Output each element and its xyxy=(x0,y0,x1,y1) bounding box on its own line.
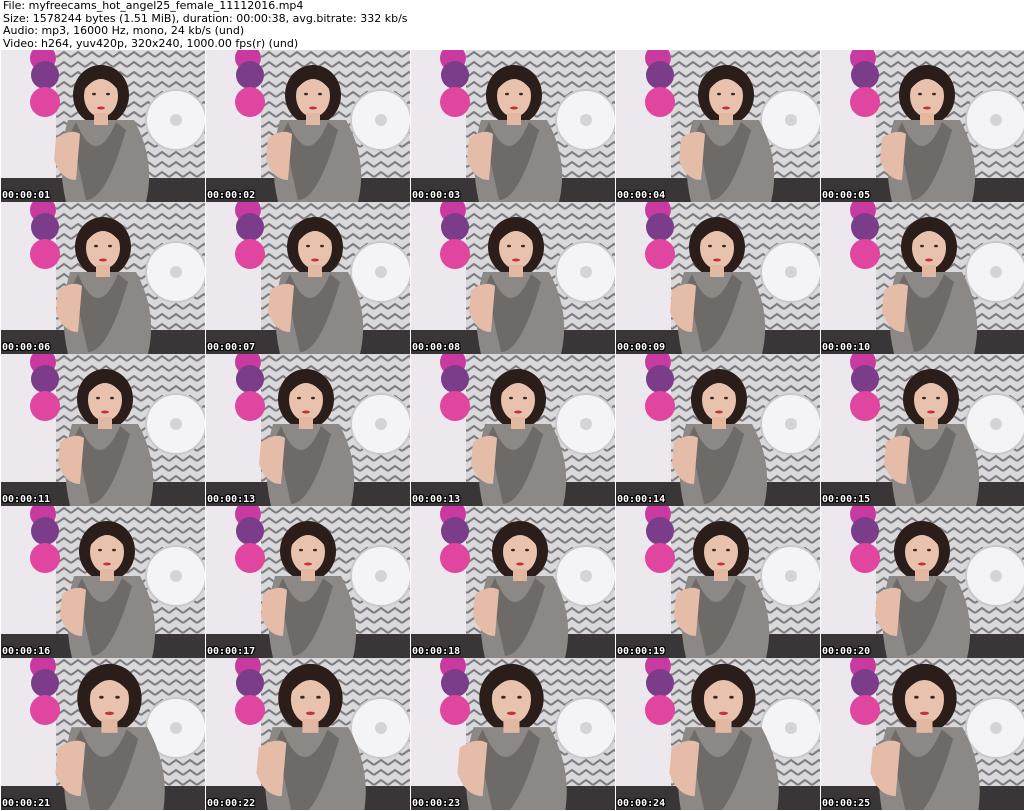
frame-image xyxy=(411,658,615,810)
video-frame-thumbnail[interactable]: 00:00:01 xyxy=(1,50,205,202)
frame-image xyxy=(206,506,410,658)
video-info-line: Video: h264, yuv420p, 320x240, 1000.00 f… xyxy=(3,36,299,50)
video-frame-thumbnail[interactable]: 00:00:19 xyxy=(616,506,820,658)
frame-image xyxy=(1,506,205,658)
video-frame-thumbnail[interactable]: 00:00:13 xyxy=(411,354,615,506)
video-frame-thumbnail[interactable]: 00:00:17 xyxy=(206,506,410,658)
frame-timestamp: 00:00:19 xyxy=(617,646,666,657)
frame-image xyxy=(616,658,820,810)
frame-timestamp: 00:00:08 xyxy=(412,342,461,353)
frame-image xyxy=(616,202,820,354)
video-frame-thumbnail[interactable]: 00:00:15 xyxy=(821,354,1024,506)
frame-timestamp: 00:00:07 xyxy=(207,342,256,353)
video-frame-thumbnail[interactable]: 00:00:02 xyxy=(206,50,410,202)
frame-timestamp: 00:00:11 xyxy=(2,494,51,505)
frame-image xyxy=(616,506,820,658)
frame-timestamp: 00:00:06 xyxy=(2,342,51,353)
frame-timestamp: 00:00:09 xyxy=(617,342,666,353)
video-frame-thumbnail[interactable]: 00:00:09 xyxy=(616,202,820,354)
frame-timestamp: 00:00:13 xyxy=(412,494,461,505)
video-frame-thumbnail[interactable]: 00:00:10 xyxy=(821,202,1024,354)
video-frame-thumbnail[interactable]: 00:00:25 xyxy=(821,658,1024,810)
frame-image xyxy=(411,506,615,658)
frame-image xyxy=(821,658,1024,810)
frame-timestamp: 00:00:02 xyxy=(207,190,256,201)
frame-timestamp: 00:00:14 xyxy=(617,494,666,505)
video-frame-thumbnail[interactable]: 00:00:24 xyxy=(616,658,820,810)
frame-timestamp: 00:00:10 xyxy=(822,342,871,353)
frame-image xyxy=(411,50,615,202)
video-frame-thumbnail[interactable]: 00:00:03 xyxy=(411,50,615,202)
thumbnail-grid: 00:00:01 00:00:02 00:00:03 00:00:04 00:0… xyxy=(0,50,1024,811)
frame-timestamp: 00:00:16 xyxy=(2,646,51,657)
video-frame-thumbnail[interactable]: 00:00:06 xyxy=(1,202,205,354)
frame-image xyxy=(206,202,410,354)
frame-image xyxy=(206,354,410,506)
frame-timestamp: 00:00:23 xyxy=(412,798,461,809)
video-frame-thumbnail[interactable]: 00:00:11 xyxy=(1,354,205,506)
frame-image xyxy=(821,50,1024,202)
frame-image xyxy=(616,50,820,202)
frame-image xyxy=(411,354,615,506)
frame-timestamp: 00:00:01 xyxy=(2,190,51,201)
frame-image xyxy=(1,354,205,506)
frame-image xyxy=(1,202,205,354)
video-frame-thumbnail[interactable]: 00:00:23 xyxy=(411,658,615,810)
frame-timestamp: 00:00:18 xyxy=(412,646,461,657)
file-name-line: File: myfreecams_hot_angel25_female_1111… xyxy=(3,0,304,12)
video-frame-thumbnail[interactable]: 00:00:08 xyxy=(411,202,615,354)
frame-timestamp: 00:00:17 xyxy=(207,646,256,657)
frame-timestamp: 00:00:05 xyxy=(822,190,871,201)
frame-timestamp: 00:00:04 xyxy=(617,190,666,201)
audio-info-line: Audio: mp3, 16000 Hz, mono, 24 kb/s (und… xyxy=(3,24,245,37)
video-frame-thumbnail[interactable]: 00:00:18 xyxy=(411,506,615,658)
video-frame-thumbnail[interactable]: 00:00:21 xyxy=(1,658,205,810)
frame-image xyxy=(1,658,205,810)
frame-timestamp: 00:00:03 xyxy=(412,190,461,201)
frame-timestamp: 00:00:22 xyxy=(207,798,256,809)
frame-image xyxy=(1,50,205,202)
frame-timestamp: 00:00:20 xyxy=(822,646,871,657)
frame-image xyxy=(206,50,410,202)
frame-timestamp: 00:00:21 xyxy=(2,798,51,809)
frame-image xyxy=(821,354,1024,506)
video-frame-thumbnail[interactable]: 00:00:07 xyxy=(206,202,410,354)
video-frame-thumbnail[interactable]: 00:00:04 xyxy=(616,50,820,202)
file-info-header: File: myfreecams_hot_angel25_female_1111… xyxy=(0,0,1024,50)
frame-image xyxy=(616,354,820,506)
frame-image xyxy=(821,506,1024,658)
video-frame-thumbnail[interactable]: 00:00:22 xyxy=(206,658,410,810)
frame-timestamp: 00:00:24 xyxy=(617,798,666,809)
frame-timestamp: 00:00:13 xyxy=(207,494,256,505)
frame-image xyxy=(206,658,410,810)
frame-timestamp: 00:00:25 xyxy=(822,798,871,809)
video-frame-thumbnail[interactable]: 00:00:20 xyxy=(821,506,1024,658)
video-frame-thumbnail[interactable]: 00:00:16 xyxy=(1,506,205,658)
video-frame-thumbnail[interactable]: 00:00:05 xyxy=(821,50,1024,202)
frame-image xyxy=(821,202,1024,354)
video-frame-thumbnail[interactable]: 00:00:13 xyxy=(206,354,410,506)
frame-timestamp: 00:00:15 xyxy=(822,494,871,505)
video-frame-thumbnail[interactable]: 00:00:14 xyxy=(616,354,820,506)
frame-image xyxy=(411,202,615,354)
